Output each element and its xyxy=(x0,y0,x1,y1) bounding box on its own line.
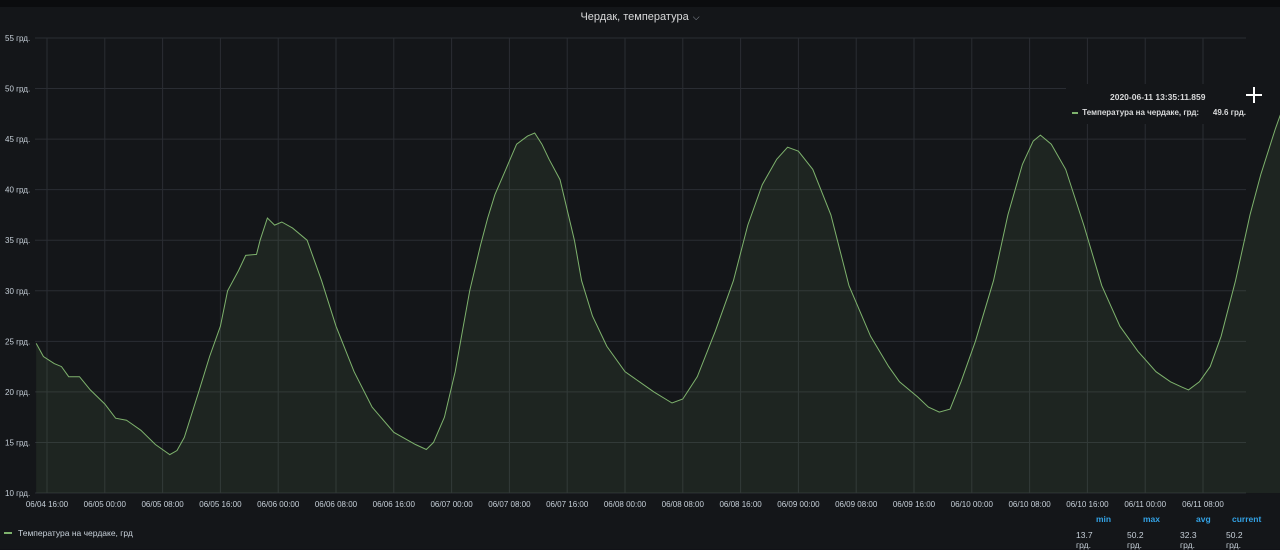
x-tick-label: 06/09 00:00 xyxy=(777,500,820,509)
x-tick-label: 06/06 16:00 xyxy=(373,500,416,509)
legend-series-name[interactable]: Температура на чердаке, грд xyxy=(18,528,133,538)
x-tick-label: 06/07 00:00 xyxy=(430,500,473,509)
x-axis: 06/04 16:00 06/05 00:00 06/05 08:00 06/05 1… xyxy=(26,500,1225,509)
y-tick-label: 55 грд. xyxy=(5,34,30,43)
stat-value-current: 50.2 грд. xyxy=(1226,530,1243,550)
legend-swatch xyxy=(4,532,12,534)
x-tick-label: 06/09 16:00 xyxy=(893,500,936,509)
x-tick-label: 06/11 08:00 xyxy=(1182,500,1224,509)
stat-value-max: 50.2 грд. xyxy=(1127,530,1144,550)
x-tick-label: 06/11 00:00 xyxy=(1124,500,1166,509)
tooltip-series-name: Температура на чердаке, грд: xyxy=(1082,108,1200,117)
x-tick-label: 06/08 08:00 xyxy=(662,500,705,509)
y-tick-label: 25 грд. xyxy=(5,337,30,346)
x-tick-label: 06/10 16:00 xyxy=(1066,500,1109,509)
x-tick-label: 06/04 16:00 xyxy=(26,500,69,509)
stat-value-avg: 32.3 грд. xyxy=(1180,530,1197,550)
y-tick-label: 15 грд. xyxy=(5,438,30,447)
tooltip-time: 2020-06-11 13:35:11.859 xyxy=(1110,92,1206,102)
x-tick-label: 06/10 08:00 xyxy=(1008,500,1051,509)
x-tick-label: 06/05 16:00 xyxy=(199,500,242,509)
x-tick-label: 06/05 08:00 xyxy=(141,500,184,509)
tooltip-value: 49.6 грд. xyxy=(1212,108,1246,117)
chart-svg[interactable]: 10 грд. 15 грд. 20 грд. 25 грд. 30 грд. 35 гр… xyxy=(0,0,1280,549)
x-tick-label: 06/07 08:00 xyxy=(488,500,531,509)
x-tick-label: 06/08 16:00 xyxy=(719,500,762,509)
tooltip-swatch xyxy=(1072,112,1078,114)
tooltip-row: Температура на чердаке, грд: 49.6 грд. xyxy=(1072,108,1246,117)
stat-header-avg[interactable]: avg xyxy=(1196,514,1211,524)
x-tick-label: 06/06 08:00 xyxy=(315,500,358,509)
stat-header-max[interactable]: max xyxy=(1143,514,1160,524)
stat-header-min[interactable]: min xyxy=(1096,514,1111,524)
y-tick-label: 20 грд. xyxy=(5,388,30,397)
x-tick-label: 06/05 00:00 xyxy=(84,500,127,509)
x-tick-label: 06/09 08:00 xyxy=(835,500,878,509)
x-tick-label: 06/06 00:00 xyxy=(257,500,300,509)
y-tick-label: 40 грд. xyxy=(5,186,30,195)
x-tick-label: 06/07 16:00 xyxy=(546,500,589,509)
y-tick-label: 45 грд. xyxy=(5,135,30,144)
y-tick-label: 10 грд. xyxy=(5,489,30,498)
series-area-fill xyxy=(36,115,1280,493)
y-tick-label: 50 грд. xyxy=(5,85,30,94)
y-axis: 10 грд. 15 грд. 20 грд. 25 грд. 30 грд. 35 гр… xyxy=(5,34,30,498)
x-tick-label: 06/08 00:00 xyxy=(604,500,647,509)
stat-header-current[interactable]: current xyxy=(1232,514,1261,524)
stat-value-min: 13.7 грд. xyxy=(1076,530,1093,550)
y-tick-label: 30 грд. xyxy=(5,287,30,296)
crosshair-cursor-icon xyxy=(1246,87,1262,103)
y-tick-label: 35 грд. xyxy=(5,236,30,245)
x-tick-label: 06/10 00:00 xyxy=(951,500,994,509)
hover-tooltip: 2020-06-11 13:35:11.859 Температура на ч… xyxy=(1066,84,1246,124)
legend[interactable]: Температура на чердаке, грд xyxy=(0,528,133,538)
